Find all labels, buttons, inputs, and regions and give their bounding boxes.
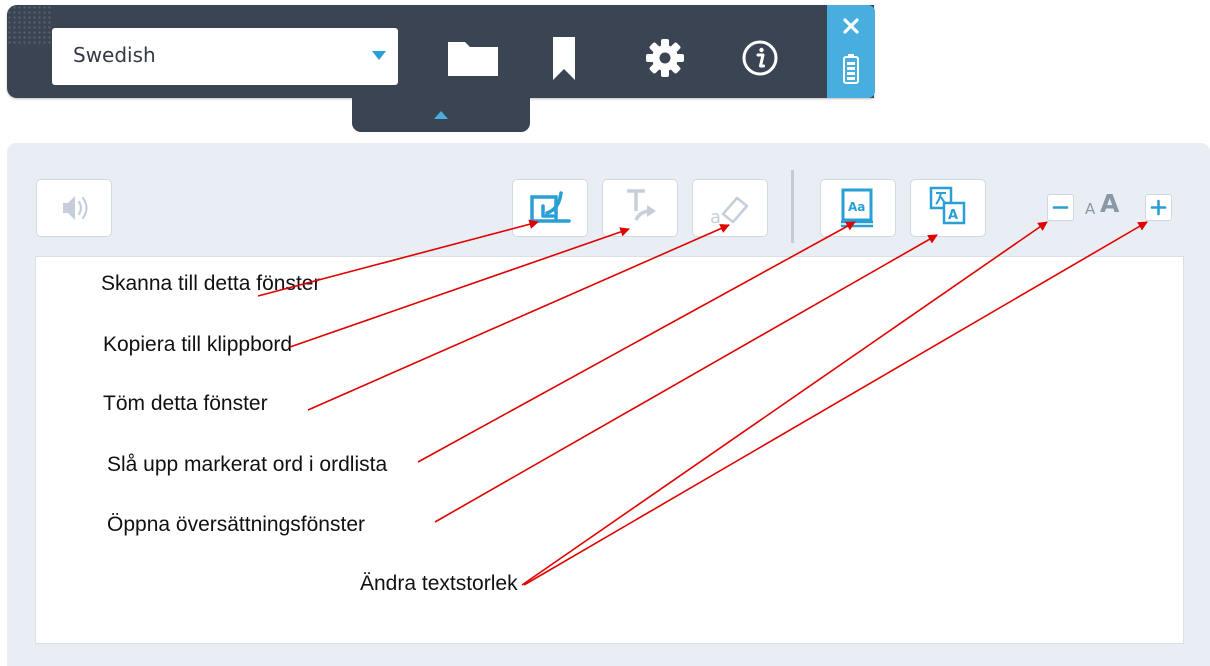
arrow-scan	[257, 219, 539, 297]
annotation-arrows	[257, 219, 1148, 586]
arrow-lookup	[417, 221, 856, 463]
arrow-size-minus	[521, 221, 1048, 586]
arrow-translate	[434, 234, 938, 523]
arrow-clear	[307, 224, 730, 411]
arrow-size-plus	[523, 221, 1148, 586]
arrow-copy	[289, 227, 630, 348]
